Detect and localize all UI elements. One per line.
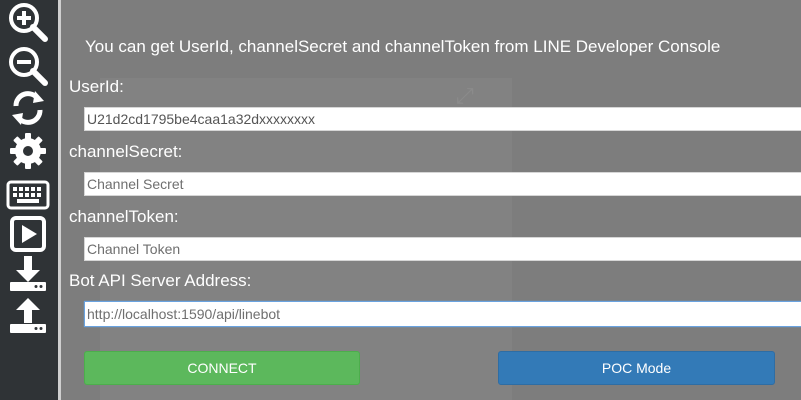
dialog-title: You can get UserId, channelSecret and ch…: [85, 37, 721, 56]
zoom-out-button[interactable]: [4, 47, 52, 86]
poc-mode-button[interactable]: POC Mode: [498, 351, 775, 385]
zoom-in-button[interactable]: [4, 3, 52, 42]
connection-dialog: You can get UserId, channelSecret and ch…: [61, 0, 801, 400]
left-toolbar: [0, 0, 58, 400]
connect-button[interactable]: CONNECT: [84, 351, 360, 385]
channel-token-input[interactable]: [84, 237, 801, 261]
server-address-label: Bot API Server Address:: [69, 271, 252, 290]
upload-icon: [10, 298, 46, 333]
channel-secret-label: channelSecret:: [69, 142, 183, 161]
gear-icon: [10, 133, 46, 169]
play-button[interactable]: [4, 215, 52, 253]
zoom-out-icon: [9, 47, 48, 86]
userid-label: UserId:: [69, 77, 124, 96]
server-address-input[interactable]: [84, 301, 801, 327]
refresh-icon: [12, 91, 44, 125]
play-icon: [10, 216, 46, 252]
refresh-button[interactable]: [4, 89, 52, 127]
settings-button[interactable]: [4, 132, 52, 170]
keyboard-button[interactable]: [4, 176, 52, 214]
channel-token-label: channelToken:: [69, 207, 179, 226]
zoom-in-icon: [9, 3, 48, 42]
upload-button[interactable]: [4, 297, 52, 335]
keyboard-icon: [6, 180, 50, 210]
download-button[interactable]: [4, 255, 52, 293]
channel-secret-input[interactable]: [84, 172, 801, 196]
userid-input[interactable]: [84, 107, 801, 131]
download-icon: [10, 256, 46, 291]
